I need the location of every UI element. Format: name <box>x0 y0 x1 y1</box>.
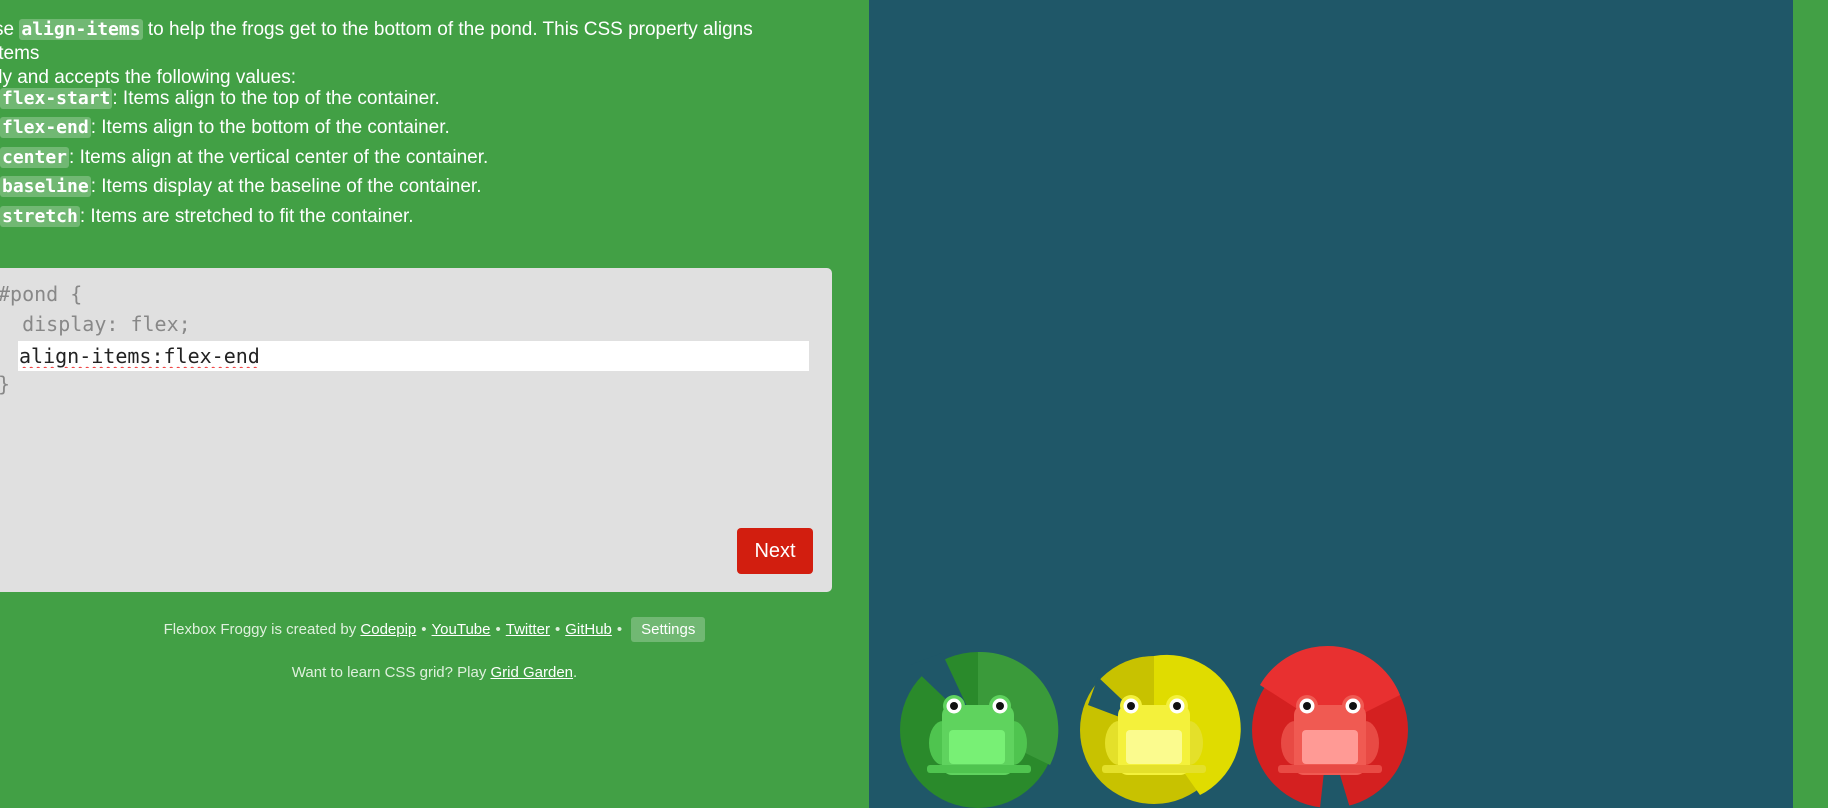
codepip-link[interactable]: Codepip <box>360 621 416 638</box>
property-code: align-items <box>19 19 143 40</box>
value-desc: : Items align to the top of the containe… <box>112 88 440 109</box>
value-code: flex-end <box>0 117 91 139</box>
credits-footer: Flexbox Froggy is created by Codepip • You… <box>0 617 869 642</box>
sidebar: se align-items to help the frogs get to … <box>0 0 869 808</box>
grid-garden-promo: Want to learn CSS grid? Play Grid Garden… <box>0 664 869 681</box>
value-item: flex-start: Items align to the top of th… <box>0 84 488 113</box>
grid-prefix: Want to learn CSS grid? Play <box>291 664 491 681</box>
value-code: center <box>0 146 70 168</box>
value-desc: : Items align at the vertical center of … <box>69 146 489 168</box>
separator: • <box>495 621 501 638</box>
answer-input[interactable] <box>18 341 809 371</box>
code-line-selector: #pond { <box>0 282 83 306</box>
value-item: stretch: Items are stretched to fit the … <box>0 202 488 231</box>
github-link[interactable]: GitHub <box>565 621 612 638</box>
instructions-pre: se <box>0 19 15 40</box>
separator: • <box>616 621 623 638</box>
youtube-link[interactable]: YouTube <box>432 621 491 638</box>
settings-button[interactable]: Settings <box>631 617 706 642</box>
grid-garden-link[interactable]: Grid Garden <box>490 664 573 681</box>
code-line-closing: } <box>0 369 10 399</box>
grid-suffix: . <box>573 664 578 681</box>
value-item: flex-end: Items align to the bottom of t… <box>0 113 488 142</box>
instructions: se align-items to help the frogs get to … <box>0 18 794 90</box>
values-list: flex-start: Items align to the top of th… <box>0 84 488 231</box>
value-item: baseline: Items display at the baseline … <box>0 172 488 201</box>
value-code: baseline <box>0 176 91 198</box>
next-button[interactable]: Next <box>737 528 813 574</box>
separator: • <box>554 621 561 638</box>
value-item: center: Items align at the vertical cent… <box>0 143 488 172</box>
separator: • <box>421 621 427 638</box>
twitter-link[interactable]: Twitter <box>506 621 550 638</box>
code-editor: #pond { display: flex; } Next <box>0 268 832 592</box>
credit-prefix: Flexbox Froggy is created by <box>163 621 361 638</box>
value-desc: : Items display at the baseline of the c… <box>90 176 482 198</box>
value-code: flex-start <box>0 88 113 109</box>
value-desc: : Items are stretched to fit the contain… <box>79 205 414 227</box>
value-code: stretch <box>0 205 80 227</box>
value-desc: : Items align to the bottom of the conta… <box>90 117 450 139</box>
frog-board <box>900 645 1408 808</box>
code-line-display: display: flex; <box>0 312 191 336</box>
